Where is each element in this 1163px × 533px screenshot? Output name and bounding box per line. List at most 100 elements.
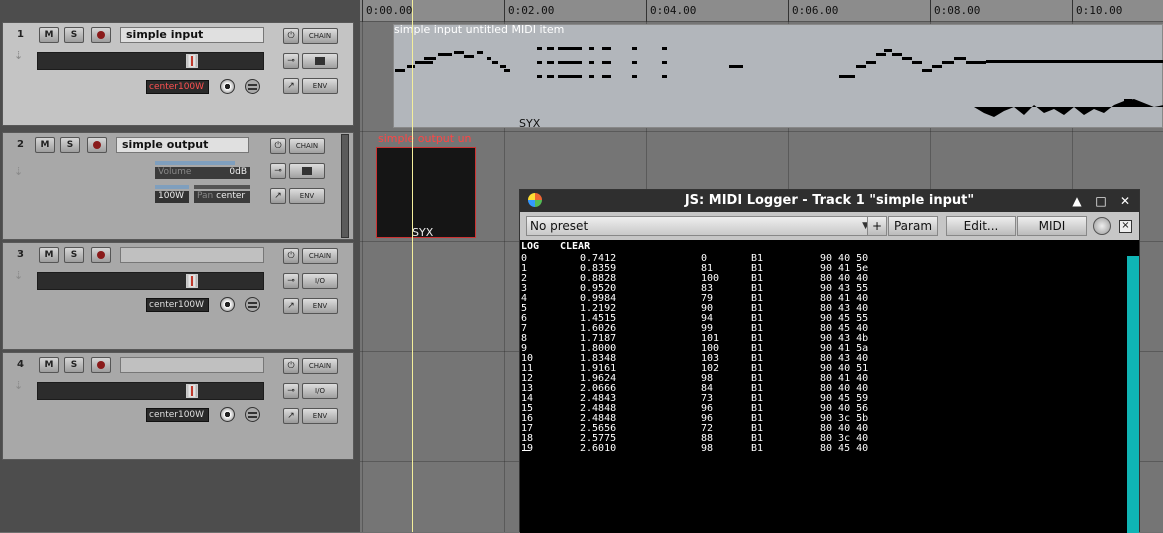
- width-value: 100W: [177, 82, 205, 92]
- edit-button[interactable]: Edit...: [946, 216, 1016, 236]
- midi-button[interactable]: MIDI: [1017, 216, 1087, 236]
- io-button[interactable]: [302, 53, 338, 69]
- pan-field[interactable]: Pan center: [194, 191, 250, 203]
- midi-item-simple-output[interactable]: SYX: [376, 147, 476, 239]
- width-field[interactable]: 100W: [155, 191, 189, 203]
- pan-knob[interactable]: [220, 79, 235, 94]
- folder-arrow-icon[interactable]: ⇣: [14, 269, 23, 282]
- volume-field[interactable]: Volume 0dB: [155, 167, 250, 179]
- ruler-mark: 0:10.00: [1072, 0, 1122, 22]
- syx-label: SYX: [412, 226, 434, 239]
- midi-note: [922, 69, 932, 72]
- power-icon[interactable]: ⏻: [283, 28, 299, 44]
- pan-knob[interactable]: [220, 407, 235, 422]
- midi-note: [632, 61, 637, 64]
- io-key-icon[interactable]: ⊸: [270, 163, 286, 179]
- log-cell: 98: [701, 443, 714, 454]
- env-button[interactable]: ENV: [289, 188, 325, 204]
- volume-bar: [155, 161, 235, 165]
- midi-note: [504, 69, 510, 72]
- width-value: 100W: [177, 300, 205, 310]
- midi-note: [602, 61, 611, 64]
- solo-button[interactable]: S: [60, 137, 80, 153]
- volume-fader[interactable]: [37, 382, 264, 400]
- envelope-icon[interactable]: ↗: [283, 78, 299, 94]
- fx-chain-button[interactable]: CHAIN: [302, 28, 338, 44]
- io-button[interactable]: I/O: [302, 383, 338, 399]
- playback-cursor[interactable]: [412, 0, 413, 532]
- width-value: 100W: [158, 191, 185, 201]
- io-key-icon[interactable]: ⊸: [283, 273, 299, 289]
- mute-button[interactable]: M: [39, 247, 59, 263]
- preset-dropdown[interactable]: No preset ▼: [526, 216, 875, 236]
- track-name[interactable]: [120, 357, 264, 373]
- io-key-icon[interactable]: ⊸: [283, 383, 299, 399]
- power-icon[interactable]: ⏻: [283, 358, 299, 374]
- mute-button[interactable]: M: [35, 137, 55, 153]
- phase-icon[interactable]: [245, 79, 260, 94]
- phase-icon[interactable]: [245, 297, 260, 312]
- clear-button[interactable]: CLEAR: [560, 241, 590, 252]
- folder-arrow-icon[interactable]: ⇣: [14, 379, 23, 392]
- fader-handle[interactable]: [186, 274, 198, 288]
- add-preset-button[interactable]: +: [867, 216, 887, 236]
- mute-button[interactable]: M: [39, 357, 59, 373]
- bypass-checkbox[interactable]: ×: [1119, 220, 1132, 233]
- envelope-icon[interactable]: ↗: [270, 188, 286, 204]
- midi-note: [589, 61, 594, 64]
- timeline-ruler[interactable]: 0:00.00 0:02.00 0:04.00 0:06.00 0:08.00 …: [360, 0, 1163, 22]
- record-arm-button[interactable]: [87, 137, 107, 153]
- fader-handle[interactable]: [186, 384, 198, 398]
- power-icon[interactable]: ⏻: [270, 138, 286, 154]
- record-icon: [97, 361, 105, 369]
- log-label[interactable]: LOG: [521, 241, 539, 252]
- track-name[interactable]: simple output: [116, 137, 249, 153]
- window-title: JS: MIDI Logger - Track 1 "simple input": [684, 193, 975, 208]
- item-label: simple input untitled MIDI item: [394, 23, 565, 36]
- midi-note: [589, 75, 594, 78]
- close-icon[interactable]: ✕: [1115, 190, 1135, 212]
- folder-arrow-icon[interactable]: ⇣: [14, 165, 23, 178]
- log-area[interactable]: LOG CLEAR 0 0.7412 0 B1 90 40 50 1 0.8359 81 B1 9…: [520, 240, 1127, 533]
- window-titlebar[interactable]: JS: MIDI Logger - Track 1 "simple input"…: [520, 190, 1139, 212]
- envelope-icon[interactable]: ↗: [283, 408, 299, 424]
- folder-arrow-icon[interactable]: ⇣: [14, 49, 23, 62]
- solo-button[interactable]: S: [64, 247, 84, 263]
- pan-knob[interactable]: [220, 297, 235, 312]
- midi-note: [537, 61, 542, 64]
- midi-note: [558, 47, 582, 50]
- io-button[interactable]: I/O: [302, 273, 338, 289]
- env-button[interactable]: ENV: [302, 78, 338, 94]
- track-name[interactable]: [120, 247, 264, 263]
- param-button[interactable]: Param: [888, 216, 938, 236]
- volume-fader[interactable]: [37, 272, 264, 290]
- track-name[interactable]: simple input: [120, 27, 264, 43]
- env-button[interactable]: ENV: [302, 298, 338, 314]
- syx-label: SYX: [519, 117, 541, 130]
- midi-logger-window[interactable]: JS: MIDI Logger - Track 1 "simple input"…: [519, 189, 1140, 533]
- env-button[interactable]: ENV: [302, 408, 338, 424]
- maximize-icon[interactable]: □: [1091, 190, 1111, 212]
- solo-button[interactable]: S: [64, 357, 84, 373]
- fx-chain-button[interactable]: CHAIN: [302, 358, 338, 374]
- wet-knob[interactable]: [1093, 217, 1111, 235]
- mute-button[interactable]: M: [39, 27, 59, 43]
- record-arm-button[interactable]: [91, 247, 111, 263]
- record-arm-button[interactable]: [91, 27, 111, 43]
- solo-button[interactable]: S: [64, 27, 84, 43]
- io-key-icon[interactable]: ⊸: [283, 53, 299, 69]
- fx-chain-button[interactable]: CHAIN: [289, 138, 325, 154]
- volume-fader[interactable]: [37, 52, 264, 70]
- envelope-icon[interactable]: ↗: [283, 298, 299, 314]
- tcp-scrollbar[interactable]: [341, 134, 349, 238]
- record-arm-button[interactable]: [91, 357, 111, 373]
- phase-icon[interactable]: [245, 407, 260, 422]
- log-scrollbar[interactable]: [1127, 256, 1139, 533]
- power-icon[interactable]: ⏻: [283, 248, 299, 264]
- fader-handle[interactable]: [186, 54, 198, 68]
- width-bar: [155, 185, 189, 189]
- io-button[interactable]: [289, 163, 325, 179]
- fx-chain-button[interactable]: CHAIN: [302, 248, 338, 264]
- midi-item-simple-input[interactable]: simple input untitled MIDI item SYX: [393, 23, 1163, 130]
- pin-icon[interactable]: ▲: [1067, 190, 1087, 212]
